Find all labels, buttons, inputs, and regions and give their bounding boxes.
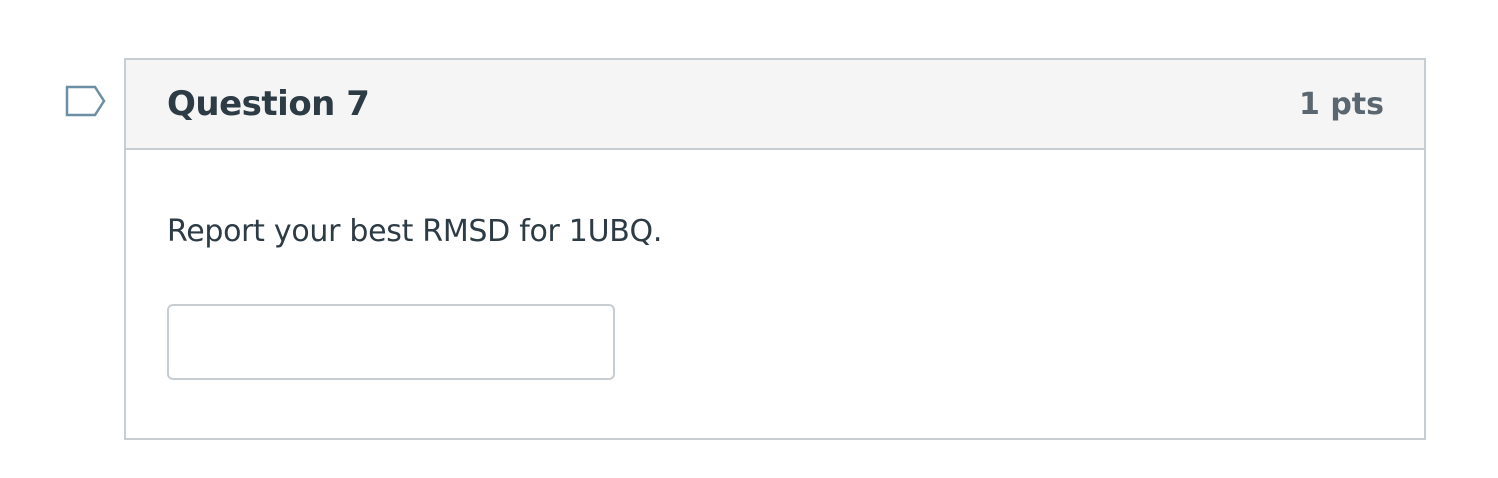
question-body: Report your best RMSD for 1UBQ. bbox=[126, 150, 1424, 380]
answer-input[interactable] bbox=[167, 304, 615, 380]
question-header: Question 7 1 pts bbox=[126, 60, 1424, 150]
question-text: Report your best RMSD for 1UBQ. bbox=[167, 214, 663, 249]
question-points: 1 pts bbox=[1299, 86, 1384, 122]
flag-question-icon[interactable] bbox=[64, 84, 108, 120]
question-title: Question 7 bbox=[167, 84, 370, 124]
question-card: Question 7 1 pts Report your best RMSD f… bbox=[124, 58, 1426, 440]
